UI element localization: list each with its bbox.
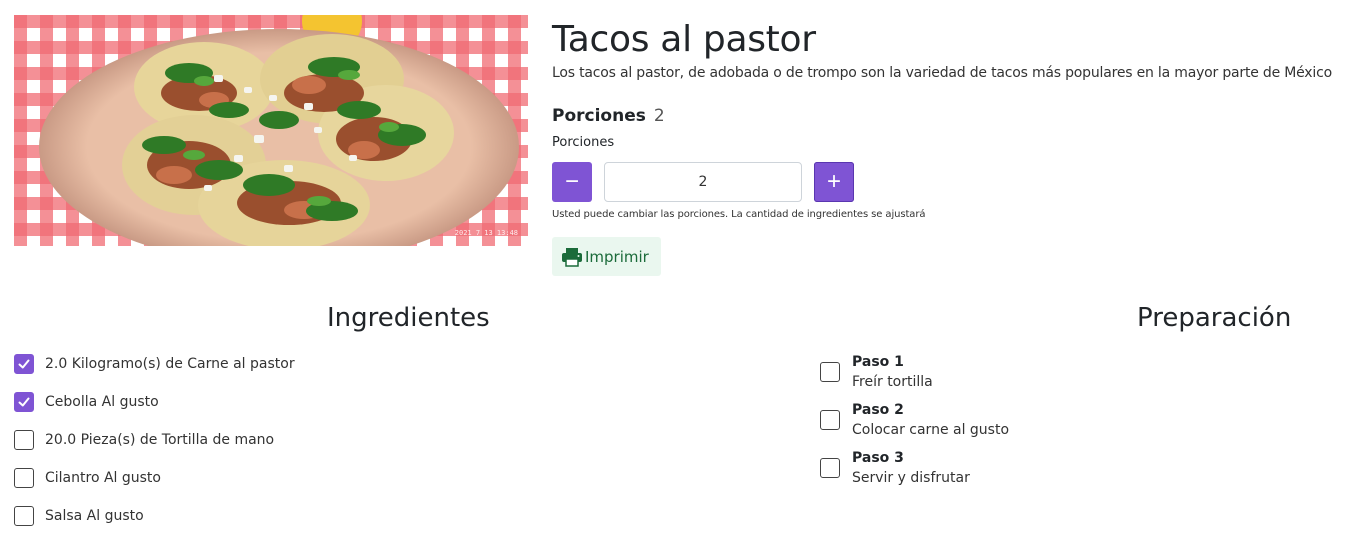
preparation-list: Paso 1 Freír tortilla Paso 2 Colocar carne … xyxy=(820,348,1009,492)
ingredient-checkbox[interactable] xyxy=(14,506,34,526)
portions-heading: Porciones 2 xyxy=(552,105,665,127)
ingredient-checkbox[interactable] xyxy=(14,392,34,412)
step-checkbox[interactable] xyxy=(820,458,840,478)
checkmark-icon xyxy=(18,397,30,407)
step-text: Paso 1 Freír tortilla xyxy=(852,352,933,392)
ingredient-item[interactable]: 2.0 Kilogramo(s) de Carne al pastor xyxy=(14,345,295,383)
ingredient-checkbox[interactable] xyxy=(14,468,34,488)
ingredient-label: Cebolla Al gusto xyxy=(45,394,159,410)
step-description: Freír tortilla xyxy=(852,374,933,390)
recipe-description: Los tacos al pastor, de adobada o de tro… xyxy=(552,65,1332,81)
printer-icon xyxy=(562,247,582,267)
recipe-photo: 2021 7 13 13:48 xyxy=(14,15,528,246)
print-button[interactable]: Imprimir xyxy=(552,237,661,276)
checkmark-icon xyxy=(18,359,30,369)
preparation-step[interactable]: Paso 2 Colocar carne al gusto xyxy=(820,396,1009,444)
portions-input[interactable] xyxy=(604,162,802,202)
ingredient-checkbox[interactable] xyxy=(14,430,34,450)
portions-heading-label: Porciones xyxy=(552,106,646,126)
ingredients-title: Ingredientes xyxy=(327,303,490,333)
step-number: Paso 2 xyxy=(852,402,904,418)
ingredient-item[interactable]: Salsa Al gusto xyxy=(14,497,295,533)
step-description: Colocar carne al gusto xyxy=(852,422,1010,438)
step-checkbox[interactable] xyxy=(820,410,840,430)
print-button-label: Imprimir xyxy=(585,247,649,266)
preparation-step[interactable]: Paso 1 Freír tortilla xyxy=(820,348,1009,396)
ingredient-checkbox[interactable] xyxy=(14,354,34,374)
step-number: Paso 3 xyxy=(852,450,904,466)
step-text: Paso 2 Colocar carne al gusto xyxy=(852,400,1009,440)
step-text: Paso 3 Servir y disfrutar xyxy=(852,448,970,488)
ingredient-label: 2.0 Kilogramo(s) de Carne al pastor xyxy=(45,356,295,372)
ingredient-label: Cilantro Al gusto xyxy=(45,470,161,486)
decrement-portions-button[interactable]: − xyxy=(552,162,592,202)
step-number: Paso 1 xyxy=(852,354,904,370)
ingredient-label: Salsa Al gusto xyxy=(45,508,144,524)
increment-portions-button[interactable]: + xyxy=(814,162,854,202)
ingredient-item[interactable]: Cebolla Al gusto xyxy=(14,383,295,421)
preparation-step[interactable]: Paso 3 Servir y disfrutar xyxy=(820,444,1009,492)
plus-icon: + xyxy=(826,168,841,195)
ingredients-list: 2.0 Kilogramo(s) de Carne al pastor Cebol… xyxy=(14,345,295,533)
photo-timestamp: 2021 7 13 13:48 xyxy=(454,229,518,237)
minus-icon: − xyxy=(564,168,579,195)
ingredient-item[interactable]: 20.0 Pieza(s) de Tortilla de mano xyxy=(14,421,295,459)
portions-heading-value: 2 xyxy=(653,106,665,126)
step-checkbox[interactable] xyxy=(820,362,840,382)
portions-help-text: Usted puede cambiar las porciones. La ca… xyxy=(552,209,926,220)
ingredient-item[interactable]: Cilantro Al gusto xyxy=(14,459,295,497)
ingredient-label: 20.0 Pieza(s) de Tortilla de mano xyxy=(45,432,275,448)
step-description: Servir y disfrutar xyxy=(852,470,970,486)
preparation-title: Preparación xyxy=(1137,303,1292,333)
portions-field-label: Porciones xyxy=(552,135,615,150)
recipe-title: Tacos al pastor xyxy=(552,19,816,60)
